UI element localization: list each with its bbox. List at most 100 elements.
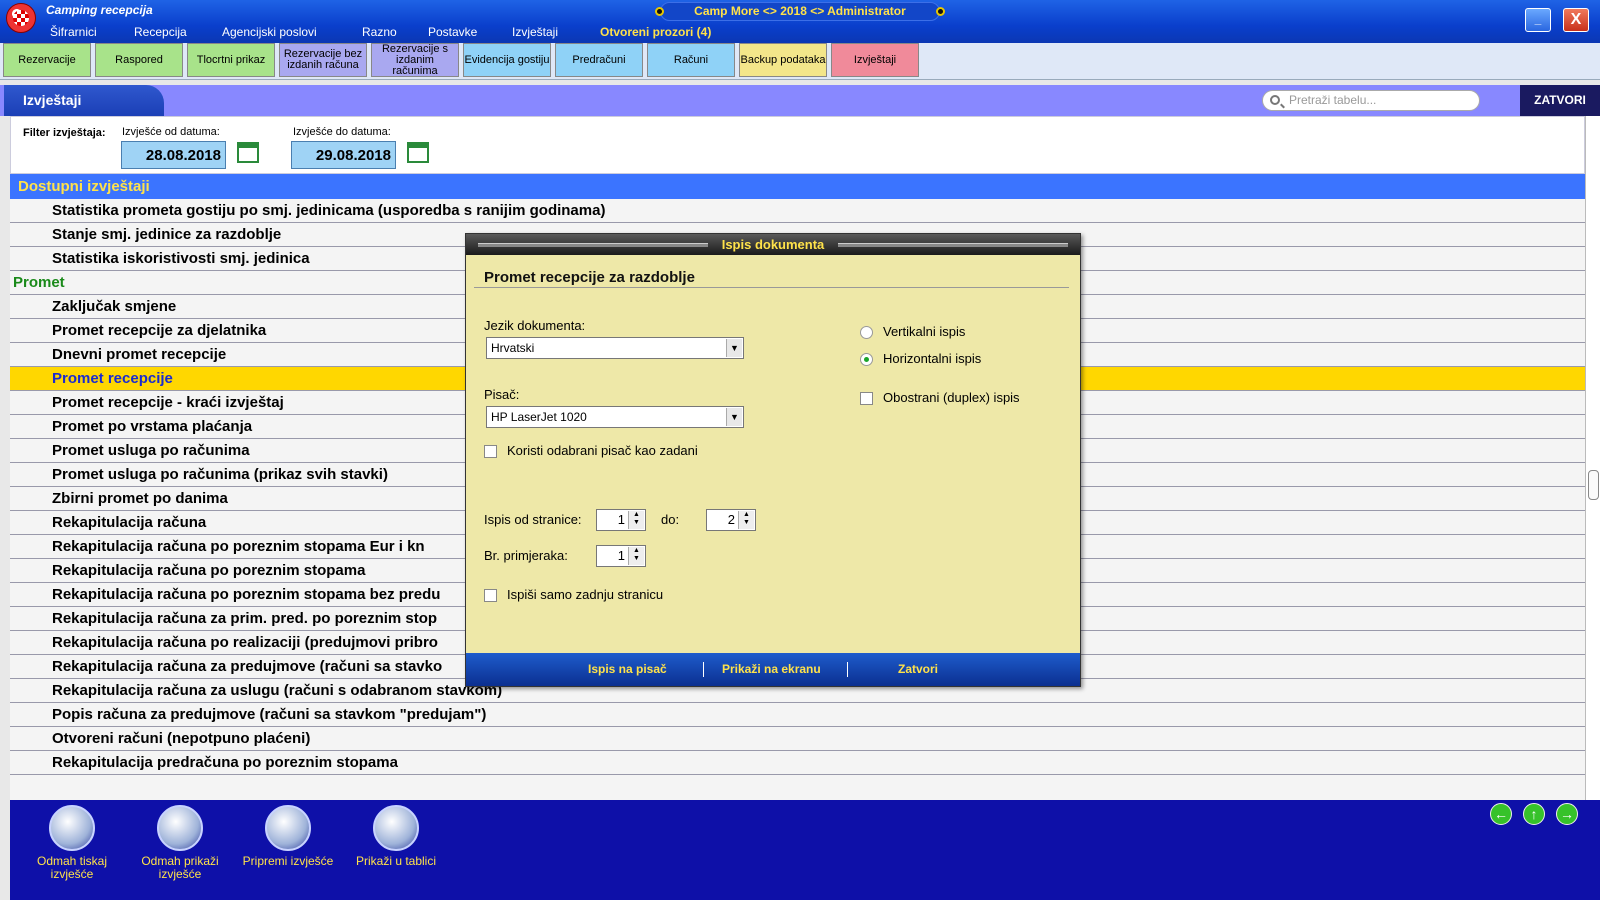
menu-razno[interactable]: Razno [362,25,397,39]
stepper-arrows-icon[interactable]: ▲ ▼ [628,547,644,565]
close-window-button[interactable]: X [1563,8,1589,32]
show-on-screen-button[interactable]: Prikaži na ekranu [722,662,821,676]
vertical-radio[interactable] [860,326,873,339]
last-page-checkbox[interactable] [484,589,497,602]
language-value: Hrvatski [491,341,535,355]
toolbar-backup-button[interactable]: Backup podataka [739,43,827,77]
preview-icon [157,805,203,851]
date-from-label: Izvješće od datuma: [122,126,220,138]
prepare-icon [265,805,311,851]
toolbar-raspored-button[interactable]: Raspored [95,43,183,77]
copies-label: Br. primjeraka: [484,548,568,563]
bottom-action-bar: Odmah tiskaj izvješće Odmah prikaži izvj… [10,800,1600,900]
toolbar-racuni-button[interactable]: Računi [647,43,735,77]
dialog-footer: Ispis na pisač Prikaži na ekranu Zatvori [466,653,1080,686]
language-select[interactable]: Hrvatski ▼ [486,337,744,359]
language-label: Jezik dokumenta: [484,318,586,333]
toolbar-tlocrtni-prikaz-button[interactable]: Tlocrtni prikaz [187,43,275,77]
filter-label: Filter izvještaja: [23,127,106,139]
date-to-input[interactable]: 29.08.2018 [291,141,396,169]
stepper-arrows-icon[interactable]: ▲ ▼ [738,511,754,529]
printer-icon [49,805,95,851]
copies-stepper[interactable]: 1 ▲ ▼ [596,545,646,567]
print-now-label: Odmah tiskaj izvješće [36,854,108,881]
nav-right-arrow-icon[interactable]: → [1556,803,1578,825]
toolbar-izvjestaji-button[interactable]: Izvještaji [831,43,919,77]
toolbar-evidencija-gostiju-button[interactable]: Evidencija gostiju [463,43,551,77]
menu-agencijski-poslovi[interactable]: Agencijski poslovi [222,25,317,39]
menu-recepcija[interactable]: Recepcija [134,25,187,39]
menu-bar: Šifrarnici Recepcija Agencijski poslovi … [0,22,1500,43]
nav-left-arrow-icon[interactable]: ← [1490,803,1512,825]
toolbar-predracuni-button[interactable]: Predračuni [555,43,643,77]
date-from-input[interactable]: 28.08.2018 [121,141,226,169]
stepper-arrows-icon[interactable]: ▲ ▼ [628,511,644,529]
report-list-item[interactable]: Rekapitulacija predračuna po poreznim st… [10,751,1585,775]
close-section-button[interactable]: ZATVORI [1520,85,1600,116]
horizontal-radio[interactable] [860,353,873,366]
duplex-checkbox[interactable] [860,392,873,405]
report-list-item[interactable]: Popis računa za predujmove (računi sa st… [10,703,1585,727]
calendar-icon[interactable] [237,142,259,163]
to-page-label: do: [661,512,680,527]
from-page-stepper[interactable]: 1 ▲ ▼ [596,509,646,531]
dialog-title: Ispis dokumenta [466,234,1080,255]
print-dialog: Ispis dokumenta Promet recepcije za razd… [465,233,1081,687]
default-printer-checkbox[interactable] [484,445,497,458]
dialog-divider [474,287,1069,288]
toolbar: Rezervacije Raspored Tlocrtni prikaz Rez… [0,43,1600,80]
search-icon [1270,95,1280,105]
last-page-label: Ispiši samo zadnju stranicu [507,587,664,602]
menu-sifrarnici[interactable]: Šifrarnici [50,25,97,39]
printer-select[interactable]: HP LaserJet 1020 ▼ [486,406,744,428]
report-filter: Filter izvještaja: Izvješće od datuma: 2… [10,116,1585,174]
list-scrollbar[interactable] [1585,116,1600,801]
dialog-close-button[interactable]: Zatvori [898,662,938,676]
report-list-item[interactable]: Statistika prometa gostiju po smj. jedin… [10,199,1585,223]
search-placeholder: Pretraži tabelu... [1289,93,1377,107]
window-title: Camp More <> 2018 <> Administrator [655,2,945,21]
chevron-down-icon[interactable]: ▼ [726,339,742,357]
preview-now-button[interactable]: Odmah prikaži izvješće [132,805,228,881]
preview-now-label: Odmah prikaži izvješće [141,854,219,881]
section-header: Izvještaji Pretraži tabelu... ZATVORI [0,85,1600,116]
toolbar-rezervacije-button[interactable]: Rezervacije [3,43,91,77]
copies-value: 1 [617,548,625,563]
footer-divider [703,662,704,677]
table-icon [373,805,419,851]
scrollbar-thumb[interactable] [1588,470,1599,500]
table-search-input[interactable]: Pretraži tabelu... [1262,90,1480,111]
nav-up-arrow-icon[interactable]: ↑ [1523,803,1545,825]
title-bar: Camping recepcija Camp More <> 2018 <> A… [0,0,1600,43]
minimize-button[interactable]: _ [1525,8,1551,32]
chevron-down-icon[interactable]: ▼ [726,408,742,426]
to-page-value: 2 [727,512,735,527]
dialog-heading: Promet recepcije za razdoblje [484,269,695,286]
menu-izvjestaji[interactable]: Izvještaji [512,25,558,39]
report-list-item[interactable]: Otvoreni računi (nepotpuno plaćeni) [10,727,1585,751]
print-now-button[interactable]: Odmah tiskaj izvješće [24,805,120,881]
title-dot-icon [936,7,945,16]
default-printer-label: Koristi odabrani pisač kao zadani [507,443,698,458]
duplex-label: Obostrani (duplex) ispis [883,390,1020,405]
toolbar-rezervacije-bez-racuna-button[interactable]: Rezervacije bez izdanih računa [279,43,367,77]
vertical-label: Vertikalni ispis [883,324,966,339]
print-to-printer-button[interactable]: Ispis na pisač [588,662,667,676]
title-dot-icon [655,7,664,16]
printer-label: Pisač: [484,387,520,402]
calendar-icon[interactable] [407,142,429,163]
app-window: Camping recepcija Camp More <> 2018 <> A… [0,0,1600,900]
from-page-value: 1 [617,512,625,527]
prepare-report-button[interactable]: Pripremi izvješće [240,805,336,868]
show-in-table-button[interactable]: Prikaži u tablici [348,805,444,868]
prepare-report-label: Pripremi izvješće [242,854,334,868]
printer-value: HP LaserJet 1020 [491,410,587,424]
from-page-label: Ispis od stranice: [484,512,582,527]
app-name: Camping recepcija [46,3,153,17]
menu-postavke[interactable]: Postavke [428,25,477,39]
menu-otvoreni-prozori[interactable]: Otvoreni prozori (4) [600,25,711,39]
to-page-stepper[interactable]: 2 ▲ ▼ [706,509,756,531]
toolbar-rezervacije-s-racunima-button[interactable]: Rezervacije s izdanim računima [371,43,459,77]
show-in-table-label: Prikaži u tablici [355,854,437,868]
date-to-label: Izvješće do datuma: [293,126,391,138]
